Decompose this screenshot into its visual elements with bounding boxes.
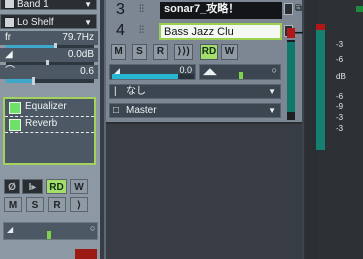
read-automation-button[interactable]: RD (200, 44, 218, 60)
restore-icon[interactable]: ⧉ (295, 3, 302, 14)
meter-peak-indicator (356, 6, 363, 12)
meter-label: dB (336, 72, 346, 81)
pan-icon: ◢ (7, 225, 14, 234)
track-name-input[interactable]: Bass Jazz Clu (159, 23, 282, 40)
prev-track-name[interactable]: sonar7_攻略！ (160, 2, 282, 19)
band-dropdown[interactable]: Band 1 ▼ (0, 0, 97, 10)
chevron-down-icon: ▼ (268, 106, 276, 115)
meter-panel: -3 -6 dB -6 -9 -3 -3 (304, 0, 363, 259)
chevron-down-icon: ▼ (268, 87, 276, 96)
track-meter-icon[interactable] (284, 3, 293, 15)
chevron-down-icon: ▼ (84, 18, 92, 27)
fx-enable-toggle[interactable] (9, 119, 21, 131)
meter-label: -6 (336, 55, 344, 64)
track-icon: ⫶⫶ (139, 4, 144, 15)
output-icon: □ (113, 105, 120, 116)
input-dropdown[interactable]: | なし ▼ (109, 84, 281, 99)
track-header: 4 ⫶⫶ Bass Jazz Clu ▁ (106, 22, 303, 42)
volume-slider[interactable]: ◢ 0.0 (109, 64, 196, 80)
fx-name: Reverb (25, 118, 58, 129)
fx-divider (5, 116, 94, 117)
frequency-row: fr 79.7Hz (0, 31, 98, 45)
pan-slider[interactable]: ◢◣ ○ (199, 64, 281, 80)
prev-track-number: 3 (116, 1, 125, 18)
meter-label: -9 (336, 102, 344, 111)
record-arm-button[interactable]: R (48, 197, 66, 212)
fx-bin[interactable]: Equalizer Reverb (3, 97, 96, 165)
monitor-button[interactable]: ⟩ (70, 197, 88, 212)
track-number: 4 (116, 22, 125, 39)
fx-divider (5, 132, 94, 133)
effects-panel: Band 1 ▼ Lo Shelf ▼ fr 79.7Hz ◢ 0.0dB ⌒ … (0, 0, 100, 259)
meter-label: -3 (336, 40, 344, 49)
fx-enable-toggle[interactable] (9, 102, 21, 114)
record-indicator (75, 249, 97, 259)
fx-equalizer[interactable]: Equalizer (7, 101, 93, 114)
fx-reverb[interactable]: Reverb (7, 118, 93, 131)
output-meter-bar (316, 25, 325, 150)
pan-center-marker: ○ (271, 65, 277, 75)
pan-slider[interactable]: ◢ ○ (3, 222, 98, 240)
q-row: ⌒ 0.6 (0, 65, 98, 79)
write-automation-button[interactable]: W (221, 44, 238, 60)
q-icon: ⌒ (5, 66, 15, 77)
input-echo-button[interactable]: ⟩⟩) (174, 44, 193, 60)
write-automation-button[interactable]: W (70, 179, 88, 194)
meter-level (287, 42, 295, 112)
meter-label: -3 (336, 124, 344, 133)
output-label: Master (126, 105, 157, 116)
interleave-button[interactable]: I▸ (22, 179, 43, 194)
output-dropdown[interactable]: □ Master ▼ (109, 103, 281, 118)
filter-type-dropdown[interactable]: Lo Shelf ▼ (0, 14, 97, 29)
gain-icon: ◢ (5, 49, 13, 60)
track-icon: ⫶⫶ (139, 25, 144, 36)
track-level-meter (284, 22, 302, 120)
gain-row: ◢ 0.0dB (0, 48, 98, 62)
frequency-label: fr (5, 32, 12, 43)
q-slider[interactable] (6, 77, 94, 85)
read-automation-button[interactable]: RD (46, 179, 67, 194)
record-arm-button[interactable]: R (153, 44, 168, 60)
filter-type-label: Lo Shelf (17, 17, 54, 28)
clip-indicator[interactable] (287, 28, 295, 38)
phase-button[interactable]: Ø (4, 179, 20, 194)
filter-checkbox[interactable] (4, 17, 15, 28)
frequency-value[interactable]: 79.7Hz (62, 31, 94, 45)
fx-name: Equalizer (25, 101, 67, 112)
solo-button[interactable]: S (132, 44, 147, 60)
meter-label: -6 (336, 92, 344, 101)
gain-value[interactable]: 0.0dB (68, 48, 94, 62)
solo-button[interactable]: S (26, 197, 44, 212)
chevron-down-icon: ▼ (84, 0, 92, 9)
empty-area (106, 122, 302, 259)
mute-button[interactable]: M (4, 197, 22, 212)
pan-icon: ◢◣ (203, 66, 217, 76)
input-label: なし (126, 86, 146, 97)
mute-button[interactable]: M (111, 44, 126, 60)
pan-center-marker: ○ (90, 223, 96, 233)
prev-track-header: 3 ⫶⫶ sonar7_攻略！ ⧉ (106, 0, 302, 22)
meter-label: -3 (336, 113, 344, 122)
input-icon: | (114, 86, 117, 97)
band-label: Band 1 (17, 0, 49, 10)
band-checkbox[interactable] (4, 0, 15, 9)
pan-thumb[interactable] (47, 231, 51, 239)
output-clip-indicator[interactable] (316, 24, 325, 30)
q-value[interactable]: 0.6 (80, 65, 94, 79)
volume-track (112, 74, 194, 79)
track-strip: 3 ⫶⫶ sonar7_攻略！ ⧉ 4 ⫶⫶ Bass Jazz Clu ▁ M… (104, 0, 304, 259)
pan-thumb[interactable] (239, 72, 243, 79)
